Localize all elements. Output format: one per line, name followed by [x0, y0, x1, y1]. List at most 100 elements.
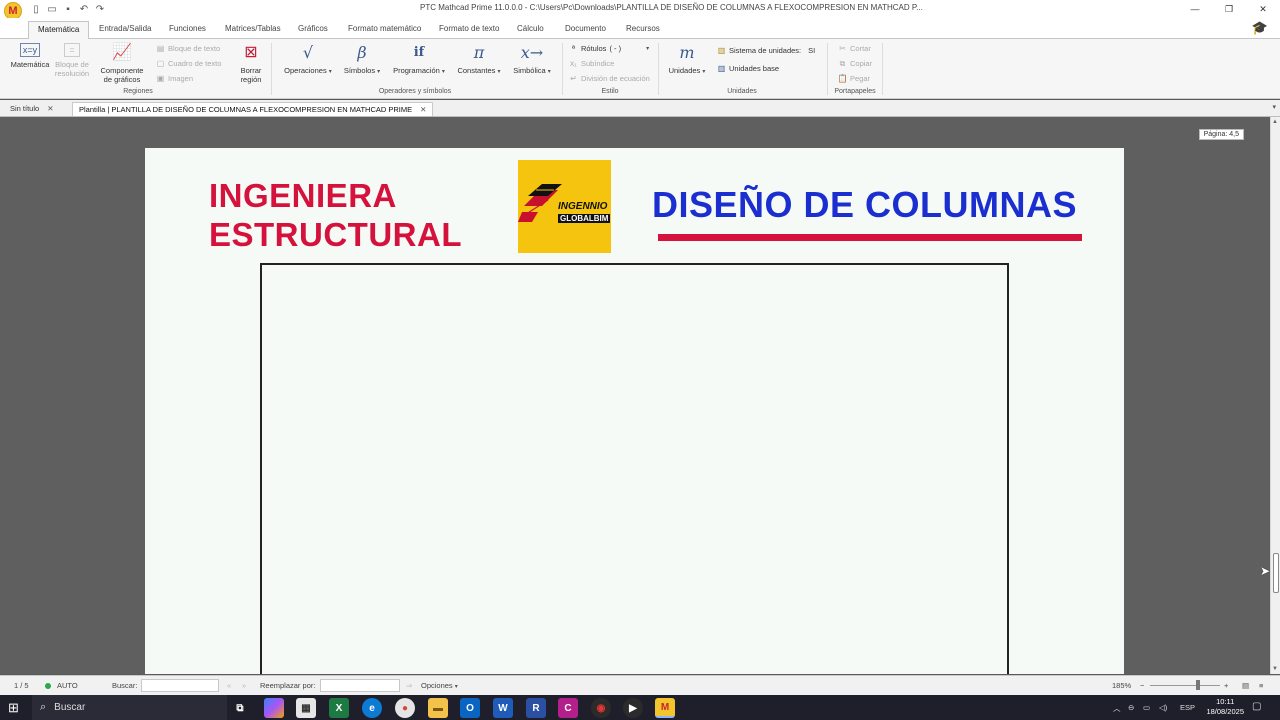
windows-start-icon[interactable]: ⊞ [8, 700, 19, 716]
replace-input[interactable] [320, 679, 400, 692]
network-icon[interactable]: ▭ [1143, 703, 1150, 712]
sistema-unidades-dropdown[interactable]: ▥ Sistema de unidades: SI [717, 46, 816, 55]
close-button[interactable]: ✕ [1246, 0, 1280, 18]
worksheet-area[interactable]: INGENIERA ESTRUCTURAL INGENNIO GLOBALBIM [0, 117, 1270, 674]
window-title: PTC Mathcad Prime 11.0.0.0 - C:\Users\Pc… [420, 3, 923, 12]
tab-entrada-salida[interactable]: Entrada/Salida [90, 21, 160, 39]
scrollbar-thumb[interactable] [1273, 553, 1279, 593]
copilot-icon[interactable] [264, 698, 284, 718]
zoom-out-icon[interactable]: − [1140, 681, 1144, 690]
tab-funciones[interactable]: Funciones [160, 21, 215, 39]
page-count: 1 / 5 [14, 681, 29, 690]
media-player-icon[interactable]: ▶ [623, 698, 643, 718]
bloque-texto-item[interactable]: ▤ Bloque de texto [156, 44, 220, 53]
math-region-icon: x=y [20, 43, 40, 57]
tab-matematica[interactable]: Matemática [28, 21, 90, 40]
scroll-down-icon[interactable]: ▼ [1272, 666, 1278, 672]
simbolica-label: Simbólica [513, 66, 546, 75]
content-frame[interactable] [260, 263, 1009, 674]
draft-view-icon[interactable]: ≡ [1259, 681, 1263, 690]
tab-graficos[interactable]: Gráficos [289, 21, 337, 39]
taskbar-clock[interactable]: 10:11 18/08/2025 [1206, 697, 1244, 717]
cortar-item[interactable]: ✂ Cortar [838, 44, 871, 53]
redo-icon[interactable]: ↷ [94, 3, 106, 15]
open-folder-icon[interactable]: ▭ [46, 3, 58, 15]
obs-icon[interactable]: ◉ [591, 698, 611, 718]
excel-icon[interactable]: X [329, 698, 349, 718]
zoom-in-icon[interactable]: + [1224, 681, 1228, 690]
find-next-icon[interactable]: » [242, 681, 246, 690]
find-prev-icon[interactable]: « [227, 681, 231, 690]
revit-icon[interactable]: R [526, 698, 546, 718]
operaciones-button[interactable]: √ Operaciones ▾ [280, 43, 336, 77]
tab-recursos[interactable]: Recursos [617, 21, 669, 39]
tab-calculo[interactable]: Cálculo [508, 21, 553, 39]
close-tab-icon[interactable]: ✕ [420, 105, 426, 114]
undo-icon[interactable]: ↶ [78, 3, 90, 15]
doc-tab-label: Sin título [10, 104, 40, 113]
volume-icon[interactable]: ◁) [1159, 703, 1167, 712]
group-label-estilo: Estilo [601, 88, 619, 95]
new-file-icon[interactable]: ▯ [30, 3, 42, 15]
borrar-region-button[interactable]: ⊠ Borrar región [236, 43, 266, 84]
unidades-base-item[interactable]: ▥ Unidades base [717, 64, 779, 73]
matematica-button[interactable]: x=y Matemática [8, 43, 52, 69]
unidades-button[interactable]: m Unidades ▾ [664, 43, 710, 77]
constantes-button[interactable]: π Constantes ▾ [452, 43, 506, 77]
subindice-item[interactable]: x₁ Subíndice [569, 59, 614, 68]
tab-list-chevron-icon[interactable]: ▾ [1272, 103, 1276, 111]
vertical-scrollbar[interactable]: ▲ ▼ [1270, 117, 1280, 674]
zoom-slider[interactable] [1150, 685, 1220, 686]
page-view-icon[interactable]: ▤ [1242, 681, 1249, 690]
store-icon[interactable]: ▦ [296, 698, 316, 718]
division-ecuacion-item[interactable]: ↵ División de ecuación [569, 74, 650, 83]
tab-formato-texto[interactable]: Formato de texto [430, 21, 508, 39]
close-tab-icon[interactable]: ✕ [47, 104, 53, 113]
componente-graficos-button[interactable]: 📈 Componente de gráficos [96, 43, 148, 84]
cuadro-texto-item[interactable]: ▢ Cuadro de texto [156, 59, 222, 68]
copiar-item[interactable]: ⧉ Copiar [838, 59, 872, 69]
restore-button[interactable]: ❐ [1212, 0, 1246, 18]
camtasia-icon[interactable]: C [558, 698, 578, 718]
imagen-label: Imagen [168, 74, 194, 83]
taskbar-search[interactable]: ⌕ Buscar [32, 695, 227, 720]
rotulos-dropdown[interactable]: ª Rótulos ( - ) ▾ [569, 44, 649, 53]
search-input[interactable] [141, 679, 219, 692]
zoom-level[interactable]: 185% [1112, 681, 1131, 690]
edge-icon[interactable]: e [362, 698, 382, 718]
word-icon[interactable]: W [493, 698, 513, 718]
pegar-item[interactable]: 📋 Pegar [838, 74, 871, 83]
file-explorer-icon[interactable]: ▬ [428, 698, 448, 718]
imagen-item[interactable]: ▣ Imagen [156, 74, 193, 83]
outlook-icon[interactable]: O [460, 698, 480, 718]
tray-app-icon[interactable]: ⊖ [1128, 703, 1134, 712]
scroll-up-icon[interactable]: ▲ [1272, 119, 1278, 125]
chrome-icon[interactable]: ● [395, 698, 415, 718]
tab-formato-matematico[interactable]: Formato matemático [339, 21, 430, 39]
componente-graficos-label: Componente de gráficos [100, 66, 144, 84]
notifications-icon[interactable]: ▢ [1252, 701, 1261, 712]
task-view-icon[interactable]: ⧉ [230, 698, 250, 718]
simbolos-button[interactable]: β Símbolos ▾ [338, 43, 386, 77]
tray-chevron-icon[interactable]: ︿ [1113, 703, 1121, 714]
replace-icon[interactable]: ⇒ [406, 681, 412, 690]
minimize-button[interactable]: — [1178, 0, 1212, 18]
language-indicator[interactable]: ESP [1180, 703, 1195, 712]
doc-tab-sin-titulo[interactable]: Sin título ✕ [4, 102, 59, 116]
zoom-slider-thumb[interactable] [1196, 680, 1200, 690]
simbolica-button[interactable]: x→ Simbólica ▾ [508, 43, 556, 77]
group-label-unidades: Unidades [727, 88, 757, 95]
bloque-resolucion-button[interactable]: = Bloque de resolución [52, 43, 92, 78]
title-bar: M ▯ ▭ ▪ ↶ ↷ PTC Mathcad Prime 11.0.0.0 -… [0, 0, 1280, 20]
graduation-cap-icon[interactable]: 🎓 [1252, 20, 1268, 36]
cuadro-texto-label: Cuadro de texto [168, 59, 222, 68]
opciones-dropdown[interactable]: Opciones ▾ [421, 681, 458, 690]
tab-documento[interactable]: Documento [556, 21, 615, 39]
calc-mode[interactable]: AUTO [45, 681, 78, 690]
save-icon[interactable]: ▪ [62, 3, 74, 15]
programacion-button[interactable]: if Programación ▾ [388, 43, 450, 77]
worksheet-page[interactable]: INGENIERA ESTRUCTURAL INGENNIO GLOBALBIM [145, 148, 1124, 674]
doc-tab-plantilla[interactable]: Plantilla | PLANTILLA DE DISEÑO DE COLUM… [72, 102, 434, 116]
mathcad-taskbar-icon[interactable]: M [655, 698, 675, 718]
tab-matrices-tablas[interactable]: Matrices/Tablas [216, 21, 290, 39]
